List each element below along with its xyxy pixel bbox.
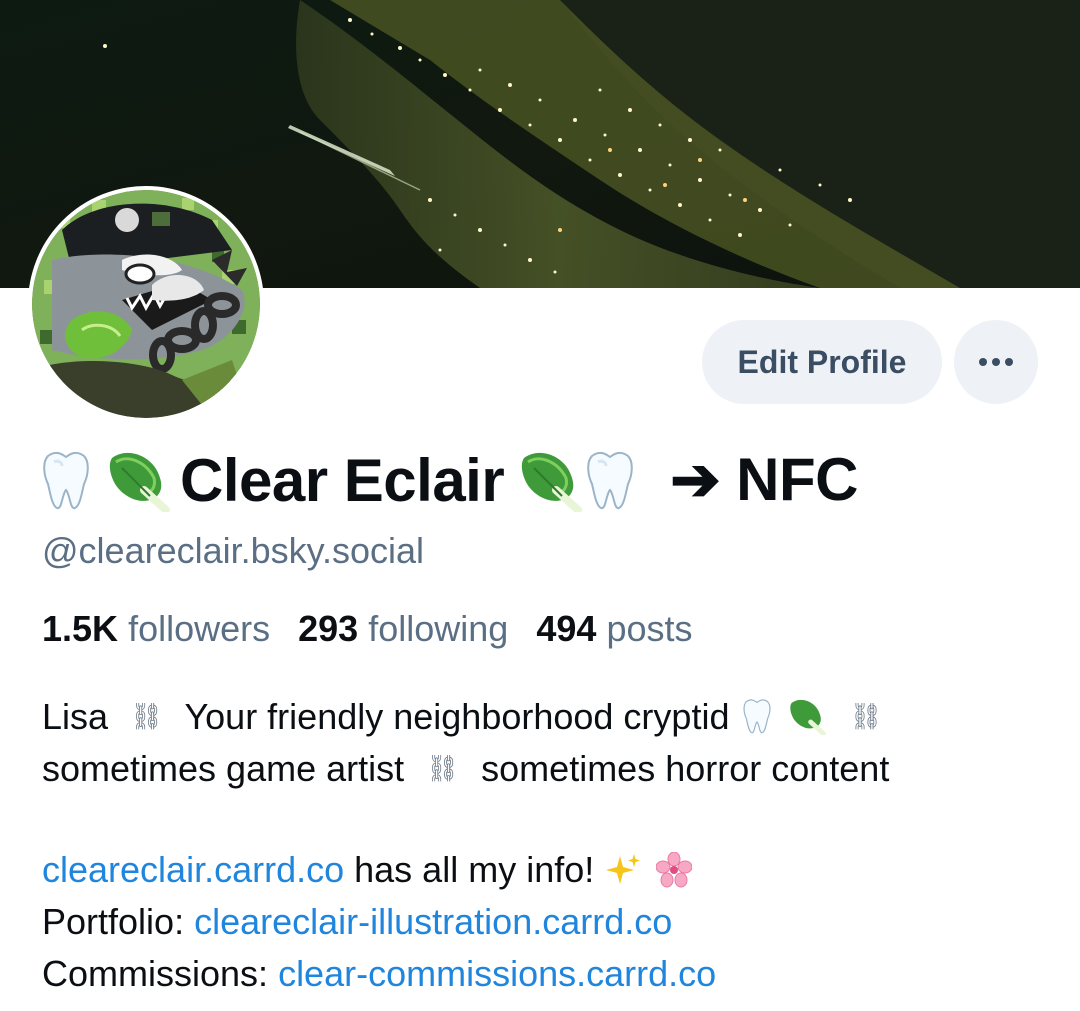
bio-line-portfolio: Portfolio: cleareclair-illustration.carr…: [42, 896, 1052, 948]
bio-line-2: sometimes game artist ⛓ sometimes horror…: [42, 742, 1052, 794]
posts-count: 494: [536, 608, 597, 649]
following-stat[interactable]: 293 following: [298, 608, 536, 649]
tooth-icon: [584, 448, 640, 512]
following-count: 293: [298, 608, 359, 649]
posts-label: posts: [606, 608, 693, 649]
bio-info-text: has all my info!: [354, 849, 595, 890]
avatar[interactable]: [28, 186, 264, 422]
bok-choy-icon: [518, 448, 583, 512]
followers-label: followers: [128, 608, 271, 649]
bio-name: Lisa: [42, 696, 109, 737]
chain-icon: ⛓: [130, 701, 164, 731]
chain-icon: ⛓: [426, 753, 460, 783]
edit-profile-button[interactable]: Edit Profile: [702, 320, 942, 404]
followers-stat[interactable]: 1.5K followers: [42, 608, 298, 649]
display-name-text: Clear Eclair: [180, 446, 505, 514]
bio-line-1: Lisa ⛓ Your friendly neighborhood crypti…: [42, 690, 1052, 742]
bok-choy-icon: [788, 697, 826, 735]
profile-handle: @cleareclair.bsky.social: [42, 530, 425, 571]
tooth-icon: [741, 697, 773, 735]
following-label: following: [368, 608, 509, 649]
bio-line-info: cleareclair.carrd.co has all my info!: [42, 844, 1052, 896]
more-options-button[interactable]: [954, 320, 1038, 404]
carrd-link[interactable]: cleareclair.carrd.co: [42, 849, 344, 890]
portfolio-label: Portfolio:: [42, 901, 185, 942]
bio-line-commissions: Commissions: clear-commissions.carrd.co: [42, 948, 1052, 1000]
commissions-link[interactable]: clear-commissions.carrd.co: [278, 953, 716, 994]
followers-count: 1.5K: [42, 608, 119, 649]
commissions-label: Commissions:: [42, 953, 269, 994]
portfolio-link[interactable]: cleareclair-illustration.carrd.co: [194, 901, 672, 942]
bok-choy-icon: [106, 448, 170, 512]
tooth-icon: [40, 448, 96, 512]
bio-tagline: Your friendly neighborhood cryptid: [184, 696, 730, 737]
posts-stat: 494 posts: [536, 608, 710, 649]
ellipsis-icon: [978, 355, 1014, 370]
profile-bio: Lisa ⛓ Your friendly neighborhood crypti…: [42, 690, 1052, 1000]
display-name: Clear Eclair ➔ NFC: [40, 440, 864, 520]
profile-stats: 1.5K followers 293 following 494 posts: [42, 608, 710, 650]
cherry-blossom-icon: [656, 852, 693, 888]
redirect-label: ➔ NFC: [670, 446, 858, 513]
bio-game-artist: sometimes game artist: [42, 748, 405, 789]
bio-horror-content: sometimes horror content: [481, 748, 890, 789]
chain-icon: ⛓: [849, 701, 883, 731]
sparkles-icon: [606, 852, 642, 888]
